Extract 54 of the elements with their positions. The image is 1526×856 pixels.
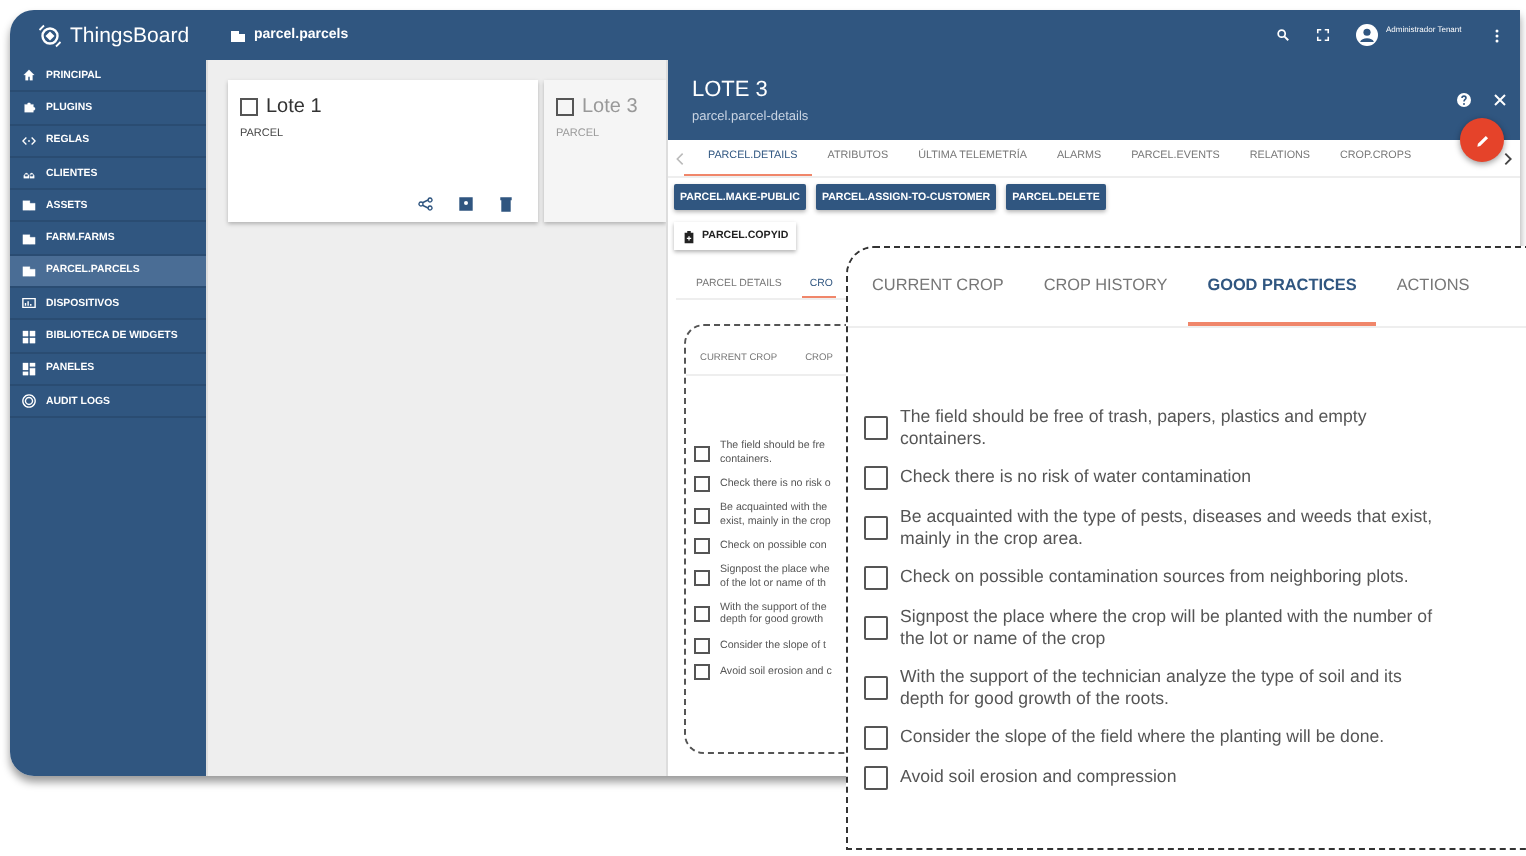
close-icon[interactable] bbox=[1492, 92, 1508, 108]
assign-icon[interactable] bbox=[458, 196, 474, 212]
checkbox[interactable] bbox=[864, 515, 888, 540]
checkbox[interactable] bbox=[694, 606, 710, 623]
checklist-text: Avoid soil erosion and compression bbox=[900, 766, 1179, 789]
checkbox[interactable] bbox=[864, 725, 888, 750]
checklist-text: With the support of the technician analyze the type of soil and its depth for good growth of the roots. bbox=[900, 665, 1404, 710]
code-icon bbox=[22, 133, 36, 148]
checkbox[interactable] bbox=[864, 565, 888, 590]
tab[interactable]: ACTIONS bbox=[1392, 248, 1490, 326]
home-icon bbox=[22, 68, 36, 83]
checkbox[interactable] bbox=[694, 507, 710, 524]
checkbox[interactable] bbox=[864, 465, 888, 490]
checkbox[interactable] bbox=[864, 675, 888, 700]
tab[interactable]: CURRENT CROP bbox=[868, 248, 1024, 326]
device-icon bbox=[22, 296, 36, 311]
delete-icon[interactable] bbox=[498, 196, 514, 212]
panel-title: LOTE 3 bbox=[692, 77, 770, 101]
checklist-text: Signpost the place where the crop will be planted with the number of the lot or name of the crop bbox=[900, 605, 1435, 650]
checkbox[interactable] bbox=[694, 637, 710, 654]
checkbox[interactable] bbox=[556, 98, 574, 116]
checklist-text: Check on possible contamination sources from neighboring plots. bbox=[900, 566, 1411, 589]
checklist-text: Check there is no risk of water contamination bbox=[900, 466, 1254, 489]
checklist-text: Consider the slope of the field where the planting will be done. bbox=[900, 726, 1387, 749]
avatar-icon[interactable] bbox=[1356, 24, 1378, 46]
search-icon[interactable] bbox=[1276, 28, 1290, 42]
card-title: Lote 1 bbox=[266, 96, 322, 118]
share-icon[interactable] bbox=[418, 196, 434, 212]
checkbox[interactable] bbox=[694, 570, 710, 587]
checkbox[interactable] bbox=[694, 663, 710, 680]
checkbox[interactable] bbox=[694, 538, 710, 555]
pencil-icon bbox=[1473, 131, 1491, 149]
checkbox[interactable] bbox=[694, 445, 710, 462]
grid-icon bbox=[22, 329, 36, 344]
app-logo-text: ThingsBoard bbox=[70, 23, 190, 47]
checkbox[interactable] bbox=[694, 476, 710, 493]
puzzle-icon bbox=[22, 100, 36, 115]
checkbox[interactable] bbox=[864, 615, 888, 640]
logo-icon bbox=[38, 23, 62, 47]
more-menu-icon[interactable] bbox=[1494, 27, 1500, 43]
fullscreen-icon[interactable] bbox=[1316, 28, 1330, 42]
checkbox[interactable] bbox=[864, 415, 888, 440]
checkbox[interactable] bbox=[240, 98, 258, 116]
tab[interactable]: CROP HISTORY bbox=[1039, 248, 1188, 326]
checklist-text: Be acquainted with the type of pests, diseases and weeds that exist, mainly in the crop area. bbox=[900, 505, 1435, 550]
clipboard-icon bbox=[682, 229, 696, 243]
card-title: Lote 3 bbox=[582, 96, 638, 118]
checklist-text: The field should be free of trash, papers, plastics and empty containers. bbox=[900, 406, 1369, 450]
checkbox[interactable] bbox=[864, 765, 888, 790]
track-icon bbox=[22, 394, 36, 409]
tab[interactable]: GOOD PRACTICES bbox=[1187, 248, 1377, 326]
dashboard-icon bbox=[22, 361, 36, 376]
chevron-right-icon[interactable] bbox=[1504, 151, 1512, 165]
help-icon[interactable] bbox=[1456, 92, 1472, 108]
